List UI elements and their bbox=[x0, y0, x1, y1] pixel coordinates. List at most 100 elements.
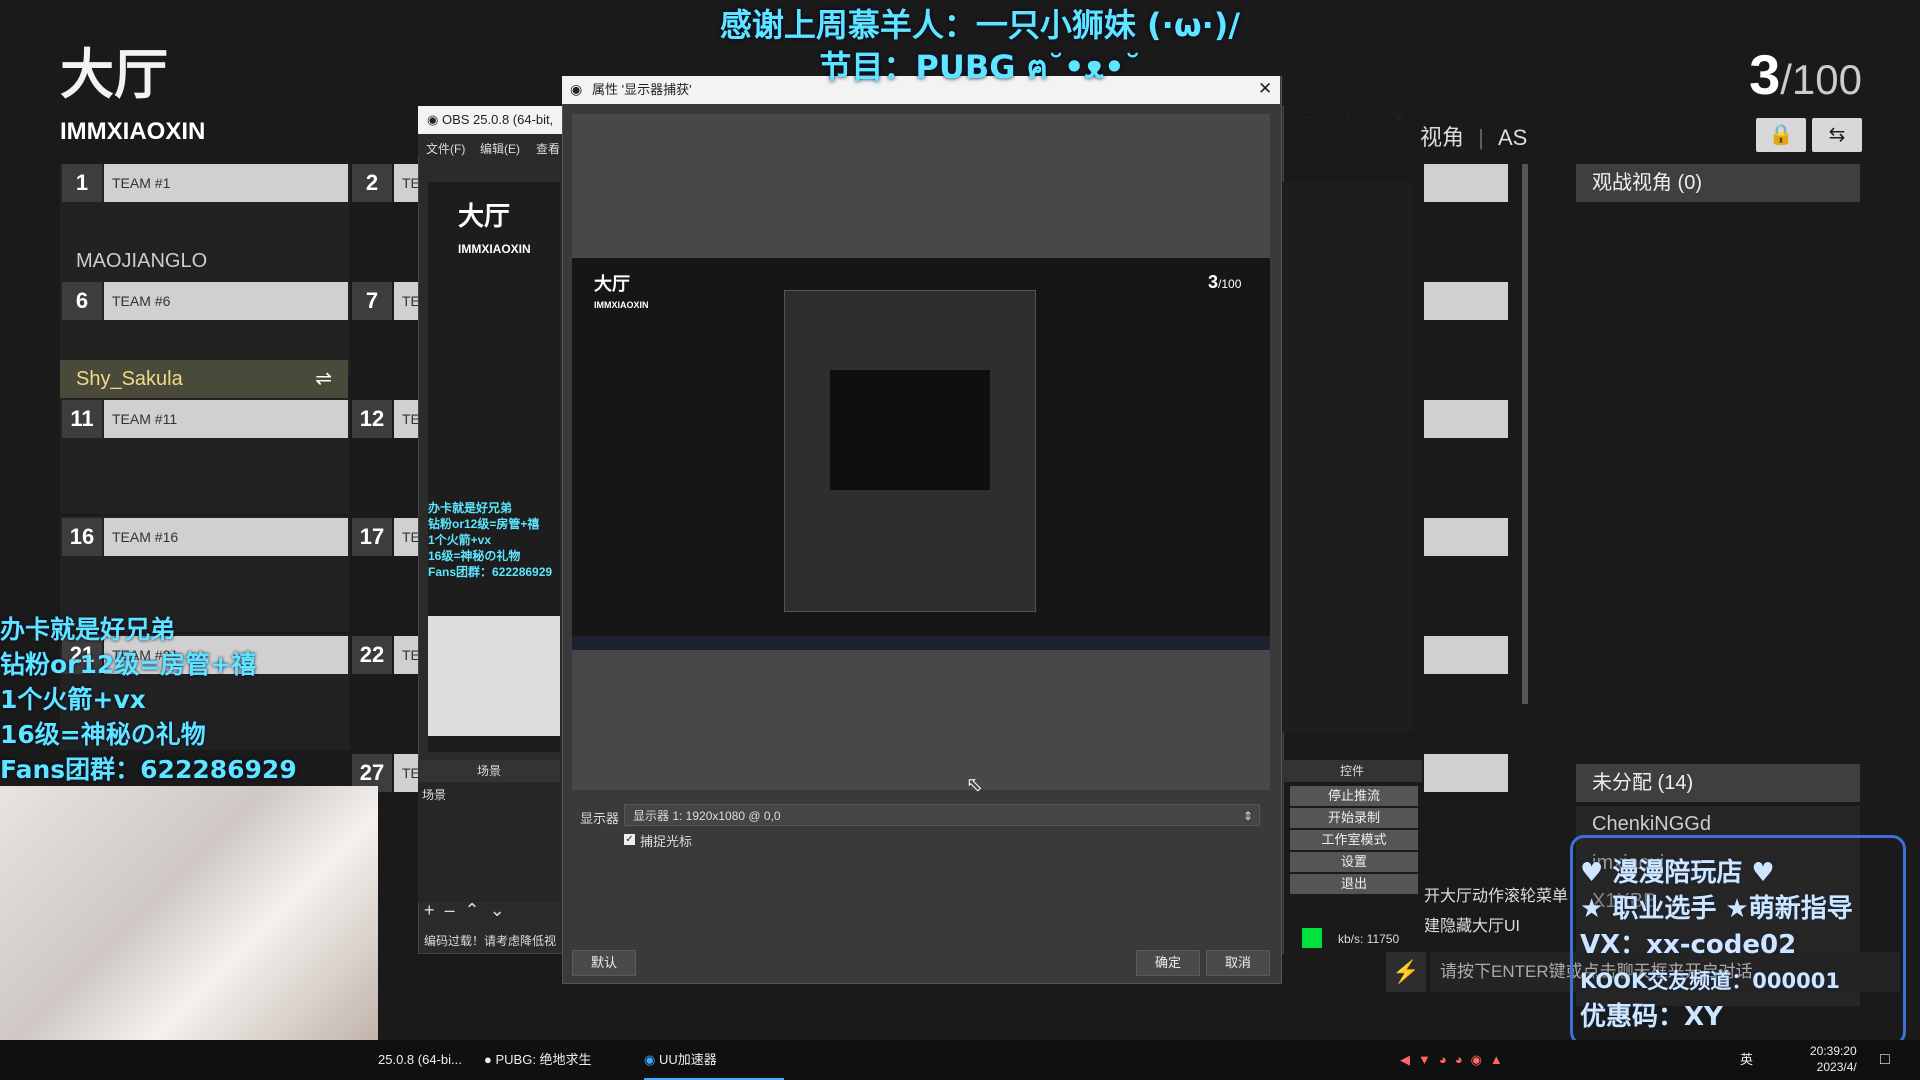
nested-preview bbox=[830, 370, 990, 490]
overlay-line: 优惠码：XY bbox=[1580, 1002, 1723, 1032]
obs-logo-icon: ◉ bbox=[570, 81, 583, 97]
start-recording-button[interactable]: 开始录制 bbox=[1290, 808, 1418, 828]
overlay-line: ★ 职业选手 ★萌新指导 bbox=[1580, 894, 1853, 924]
scrollbar[interactable] bbox=[1522, 164, 1528, 704]
player-highlighted[interactable]: Shy_Sakula ⇌ bbox=[60, 360, 348, 398]
team-slot-7[interactable]: TE bbox=[394, 282, 420, 320]
bitrate-readout: kb/s: 11750 bbox=[1338, 932, 1400, 946]
overlay-line: KOOK交友频道：000001 bbox=[1580, 969, 1840, 993]
nested-lobby-title: 大厅 bbox=[594, 274, 630, 294]
webcam-lamb-photo bbox=[0, 786, 378, 1080]
preview-overlay-text: 办卡就是好兄弟 钻粉or12级=房管+禧 1个火箭+vx 16级=神秘の礼物 Fans团… bbox=[428, 501, 553, 579]
stop-streaming-button[interactable]: 停止推流 bbox=[1290, 786, 1418, 806]
slot-number: 22 bbox=[352, 636, 392, 674]
overlay-line: Fans团群：622286929 bbox=[0, 755, 297, 784]
overlay-left: 办卡就是好兄弟 钻粉or12级=房管+禧 1个火箭+vx 16级=神秘の礼物 F… bbox=[0, 612, 297, 787]
overlay-thanks: 感谢上周慕羊人：一只小狮妹 (·ω·)/ bbox=[719, 6, 1241, 44]
team-slot-2[interactable]: TE bbox=[394, 164, 420, 202]
team-slot-27[interactable]: TE bbox=[394, 754, 420, 792]
encoding-warning: 编码过载！请考虑降低视 bbox=[424, 934, 557, 948]
team-slot-22[interactable]: TE bbox=[394, 636, 420, 674]
dialog-close-icon[interactable]: ✕ bbox=[1258, 79, 1272, 99]
overlay-line: ♥ 漫漫陪玩店 ♥ bbox=[1580, 858, 1775, 888]
preview-lobby-title: 大厅 bbox=[458, 201, 511, 231]
preview-lamb-photo bbox=[428, 616, 560, 736]
taskbar-uu[interactable]: ◉ UU加速器 bbox=[644, 1040, 784, 1080]
spectator-header[interactable]: 观战视角 (0) bbox=[1576, 164, 1860, 202]
ime-indicator[interactable]: 英 bbox=[1740, 1040, 1753, 1080]
overlay-line: 16级=神秘の礼物 bbox=[0, 720, 206, 749]
menu-view[interactable]: 查看 bbox=[536, 140, 560, 157]
menu-file[interactable]: 文件(F) bbox=[426, 140, 465, 157]
player-count: 3/100 bbox=[1749, 42, 1862, 107]
lock-icon: 🔒 bbox=[1768, 124, 1794, 146]
display-label: 显示器 bbox=[580, 811, 620, 826]
dialog-title: 属性 '显示器捕获' bbox=[592, 82, 692, 97]
host-name: IMMXIAOXIN bbox=[60, 118, 206, 145]
overlay-line: VX：xx-code02 bbox=[1580, 930, 1797, 960]
scene-item[interactable]: 场景 bbox=[422, 786, 446, 803]
chevron-updown-icon: ⇕ bbox=[1242, 809, 1253, 823]
ok-button[interactable]: 确定 bbox=[1136, 950, 1200, 976]
hint-text: 开大厅动作滚轮菜单 bbox=[1424, 888, 1569, 905]
tab-as[interactable]: AS bbox=[1498, 125, 1527, 150]
defaults-button[interactable]: 默认 bbox=[572, 950, 636, 976]
unassigned-header[interactable]: 未分配 (14) bbox=[1576, 764, 1860, 802]
maximize-button[interactable]: ☐ bbox=[1346, 108, 1360, 128]
exit-button[interactable]: 退出 bbox=[1290, 874, 1418, 894]
swap-button[interactable]: ⇆ bbox=[1812, 118, 1862, 152]
clock[interactable]: 20:39:20 2023/4/ bbox=[1810, 1043, 1857, 1075]
unassigned-player[interactable]: ChenkiNGGd bbox=[1592, 813, 1711, 836]
team-slot-11[interactable]: TEAM #11 bbox=[104, 400, 348, 438]
clock-time: 20:39:20 bbox=[1810, 1044, 1857, 1058]
overlay-right: ♥ 漫漫陪玩店 ♥ ★ 职业选手 ★萌新指导 VX：xx-code02 KOOK… bbox=[1580, 855, 1853, 1035]
obs-logo-icon: ◉ bbox=[427, 112, 439, 127]
lock-button[interactable]: 🔒 bbox=[1756, 118, 1806, 152]
nested-taskbar bbox=[572, 636, 1270, 650]
menu-edit[interactable]: 编辑(E) bbox=[480, 140, 520, 157]
settings-button[interactable]: 设置 bbox=[1290, 852, 1418, 872]
nested-count: 3/100 bbox=[1208, 272, 1242, 292]
overlay-line: 办卡就是好兄弟 bbox=[0, 615, 176, 644]
overlay-program: 节目：PUBG ฅ˘•ᴥ•˘ bbox=[819, 48, 1141, 86]
tray-icons[interactable]: ◀▼◕◕◉▲ bbox=[1400, 1040, 1511, 1080]
overlay-top: 感谢上周慕羊人：一只小狮妹 (·ω·)/ 节目：PUBG ฅ˘•ᴥ•˘ bbox=[700, 4, 1260, 88]
taskbar-obs[interactable]: 25.0.8 (64-bi... bbox=[378, 1040, 474, 1080]
lobby-title: 大厅 bbox=[60, 43, 168, 106]
clock-date: 2023/4/ bbox=[1816, 1060, 1857, 1074]
team-slot-16[interactable]: TEAM #16 bbox=[104, 518, 348, 556]
team-slot-17[interactable]: TE bbox=[394, 518, 420, 556]
team-slot-12[interactable]: TE bbox=[394, 400, 420, 438]
tab-view[interactable]: 视角 bbox=[1420, 125, 1464, 150]
stream-status-indicator bbox=[1302, 928, 1322, 948]
lightning-icon[interactable]: ⚡ bbox=[1386, 952, 1426, 992]
minimize-button[interactable]: — bbox=[1300, 108, 1316, 126]
display-select[interactable]: 显示器 1: 1920x1080 @ 0,0 ⇕ bbox=[624, 804, 1260, 826]
overlay-line: 1个火箭+vx bbox=[0, 685, 146, 714]
cancel-button[interactable]: 取消 bbox=[1206, 950, 1270, 976]
pubg-icon: ● bbox=[484, 1052, 492, 1067]
team-slot-1[interactable]: TEAM #1 bbox=[104, 164, 348, 202]
notification-icon[interactable]: □ bbox=[1880, 1040, 1890, 1080]
overlay-line: 钻粉or12级=房管+禧 bbox=[0, 650, 257, 679]
taskbar-pubg[interactable]: ● PUBG: 绝地求生 bbox=[484, 1040, 624, 1080]
display-value: 显示器 1: 1920x1080 @ 0,0 bbox=[633, 809, 781, 823]
player-name: Shy_Sakula bbox=[76, 368, 183, 390]
swap-icon: ⇆ bbox=[1828, 124, 1846, 146]
slot-number: 17 bbox=[352, 518, 392, 556]
scenes-header: 场景 bbox=[418, 760, 560, 782]
swap-icon: ⇌ bbox=[315, 368, 332, 390]
slot-number: 2 bbox=[352, 164, 392, 202]
slot-number: 6 bbox=[62, 282, 102, 320]
capture-cursor-label: 捕捉光标 bbox=[640, 834, 693, 849]
team-slot-6[interactable]: TEAM #6 bbox=[104, 282, 348, 320]
close-window-button[interactable]: ✕ bbox=[1392, 108, 1405, 128]
view-tabs: 视角 | AS bbox=[1420, 125, 1528, 150]
studio-mode-button[interactable]: 工作室模式 bbox=[1290, 830, 1418, 850]
player-name[interactable]: MAOJIANGLO bbox=[76, 250, 207, 273]
count-current: 3 bbox=[1749, 43, 1781, 106]
capture-cursor-checkbox[interactable]: ✓ bbox=[624, 834, 635, 845]
preview-host: IMMXIAOXIN bbox=[458, 242, 531, 256]
nested-host: IMMXIAOXIN bbox=[594, 300, 649, 310]
scene-toolbar[interactable]: +–⌃⌄ bbox=[424, 900, 515, 921]
